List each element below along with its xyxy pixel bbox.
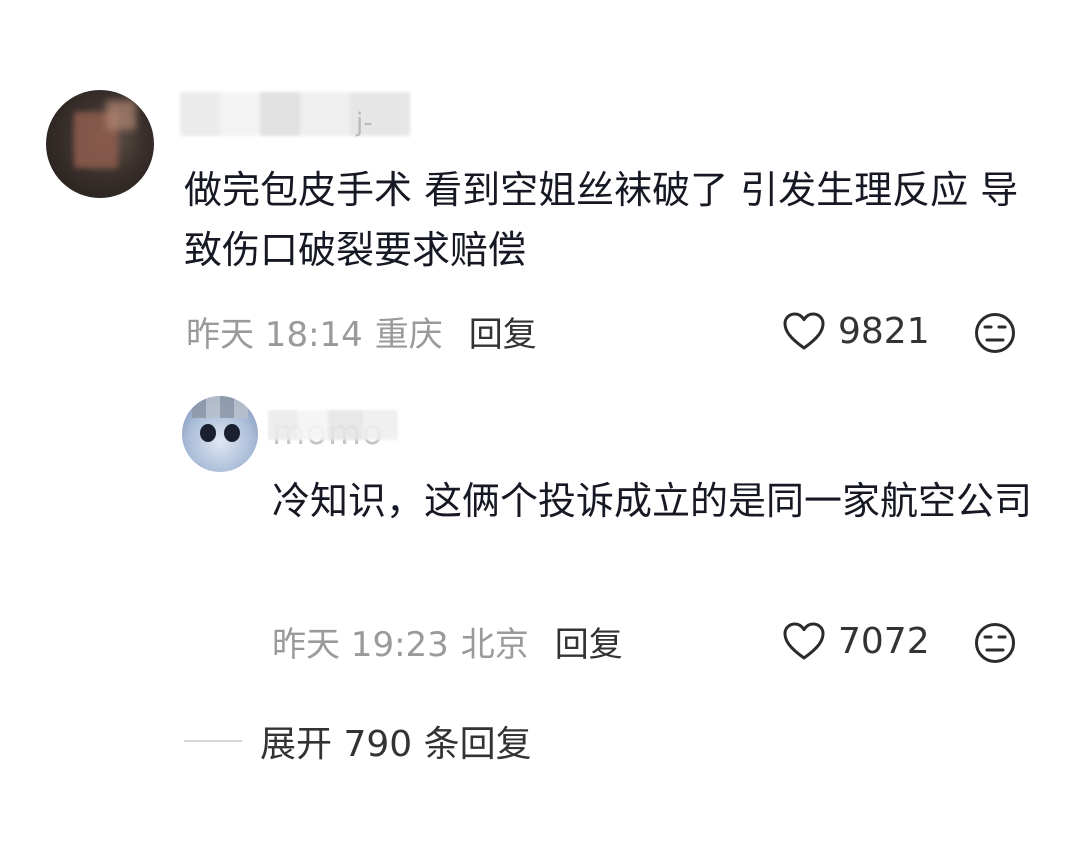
avatar[interactable] — [182, 396, 258, 472]
comment-time: 昨天 18:14 — [186, 314, 363, 355]
username-blurred[interactable] — [180, 92, 410, 136]
avatar-eye — [200, 424, 216, 442]
like-count: 9821 — [838, 310, 930, 352]
like-count: 7072 — [838, 620, 930, 662]
reply-button[interactable]: 回复 — [555, 617, 623, 666]
like-button[interactable]: 7072 — [782, 616, 930, 666]
reply-button[interactable]: 回复 — [469, 307, 537, 356]
heart-outline-icon — [783, 622, 825, 660]
divider-line — [184, 740, 242, 742]
username-visible-fragment: j- — [356, 108, 373, 138]
avatar-mosaic — [192, 396, 248, 418]
reply-time: 昨天 19:23 — [272, 624, 449, 665]
heart-outline-icon — [783, 312, 825, 350]
comment-meta: 昨天 18:14 重庆 回复 — [186, 306, 537, 356]
comment-location: 重庆 — [374, 314, 443, 355]
avatar-blur — [106, 100, 136, 130]
reply-text: 冷知识，这俩个投诉成立的是同一家航空公司 — [272, 479, 1033, 523]
unamused-face-icon[interactable] — [974, 312, 1016, 354]
avatar-eye — [224, 424, 240, 442]
reply-meta: 昨天 19:23 北京 回复 — [272, 616, 623, 666]
unamused-face-icon[interactable] — [974, 622, 1016, 664]
expand-replies-label: 展开 790 条回复 — [260, 724, 532, 765]
avatar[interactable] — [46, 90, 154, 198]
comment-thread: j- 做完包皮手术 看到空姐丝袜破了 引发生理反应 导致伤口破裂要求赔偿 昨天 … — [0, 0, 1080, 846]
like-button[interactable]: 9821 — [782, 306, 930, 356]
comment-text: 做完包皮手术 看到空姐丝袜破了 引发生理反应 导致伤口破裂要求赔偿 — [184, 168, 1019, 272]
reply-location: 北京 — [460, 624, 529, 665]
username-blurred[interactable] — [268, 410, 398, 440]
expand-replies-button[interactable]: 展开 790 条回复 — [184, 716, 532, 766]
